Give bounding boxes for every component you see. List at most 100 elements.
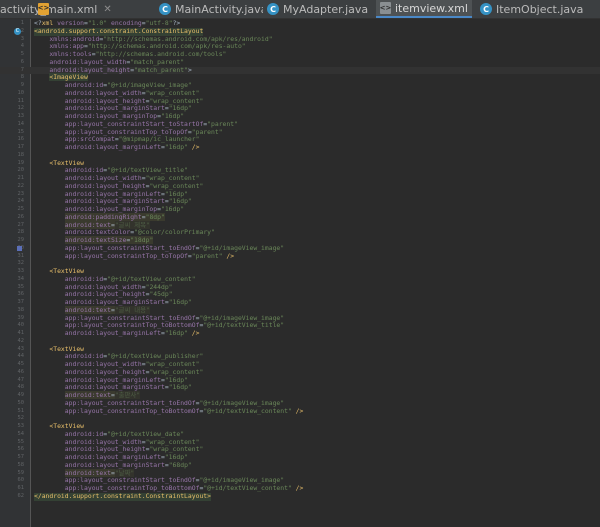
tab-my-adapter[interactable]: C MyAdapter.java [263, 0, 373, 18]
line-number: 11 [17, 97, 25, 104]
code-token: android:layout_marginStart [64, 298, 165, 306]
line-number: 39 [17, 314, 25, 321]
class-icon: C [480, 3, 492, 15]
code-line[interactable]: 41 android:layout_marginLeft="16dp" /> [0, 329, 600, 338]
tab-activity-main[interactable]: <> activity_main.xml ✕ [0, 0, 124, 18]
code-token: /> [295, 406, 304, 415]
line-number: 24 [17, 198, 25, 205]
line-number: 62 [17, 492, 25, 499]
line-number: 32 [17, 260, 25, 267]
line-number: 13 [17, 113, 25, 119]
line-number: 21 [17, 175, 25, 181]
line-number: 36 [17, 291, 25, 298]
line-number: 48 [17, 384, 25, 391]
code-token: "16dp" [160, 205, 185, 213]
code-token: android:layout_marginStart [64, 460, 165, 469]
code-token: "@+id/textView_title" [203, 321, 285, 330]
code-text: android:layout_marginLeft="16dp" /> [34, 143, 200, 152]
line-number: 25 [17, 206, 25, 212]
line-number: 61 [17, 485, 25, 491]
line-number: 59 [17, 469, 25, 476]
line-number: 41 [17, 330, 25, 336]
line-number: 45 [17, 361, 25, 367]
tab-item-object[interactable]: C ItemObject.java [476, 0, 600, 18]
code-token: android:layout_marginLeft [64, 143, 161, 151]
line-number: 18 [17, 151, 25, 158]
tab-itemview[interactable]: <> itemview.xml [376, 0, 472, 18]
android-class-gutter-icon[interactable]: C [14, 28, 21, 35]
code-editor[interactable]: 1 <?xml version="1.0" encoding="utf-8"?> 2… [0, 19, 600, 527]
line-number: 58 [17, 461, 25, 468]
code-text: </android.support.constraint.ConstraintL… [34, 491, 211, 501]
code-line[interactable]: 17 android:layout_marginLeft="16dp" /> [0, 143, 600, 152]
line-number: 7 [20, 66, 24, 73]
line-number: 8 [20, 74, 24, 81]
code-token: android:layout_marginTop [64, 205, 158, 213]
code-line[interactable]: 18 [0, 152, 600, 160]
line-number: 55 [17, 438, 25, 445]
code-token: /> [191, 329, 200, 337]
code-token: android:layout_marginLeft [64, 329, 161, 337]
code-token: "68dp" [168, 460, 192, 469]
line-number: 4 [20, 43, 24, 50]
tab-main-activity[interactable]: C MainActivity.java [155, 0, 263, 18]
line-number: 15 [17, 128, 25, 135]
line-number: 28 [17, 229, 25, 236]
code-token: "parent" [191, 251, 227, 260]
code-token: /> [295, 484, 304, 492]
line-number: 3 [20, 35, 24, 42]
line-number: 43 [17, 345, 25, 352]
tab-label: MainActivity.java [175, 2, 263, 16]
line-number: 42 [17, 337, 25, 344]
code-line[interactable]: 62 </android.support.constraint.Constrain… [0, 491, 600, 501]
line-number: 17 [17, 144, 25, 150]
line-number: 60 [17, 477, 25, 484]
line-number: 49 [17, 392, 25, 398]
line-number: 50 [17, 399, 25, 406]
line-number: 5 [20, 51, 24, 57]
tab-label: ItemObject.java [496, 2, 584, 16]
line-number: 6 [20, 58, 24, 65]
line-number: 29 [17, 237, 25, 243]
code-token: </android.support.constraint.ConstraintL… [34, 491, 211, 500]
code-token: android:paddingRight [64, 212, 142, 221]
code-line[interactable]: 7 android:layout_height="match_parent"> [0, 66, 600, 75]
code-line[interactable]: 51 app:layout_constraintTop_toBottomOf="… [0, 406, 600, 416]
line-number: 46 [17, 368, 25, 375]
code-token: = [141, 212, 146, 221]
class-icon: C [159, 3, 171, 15]
code-text: app:layout_constraintTop_toBottomOf="@+i… [34, 406, 304, 416]
code-line[interactable]: 31 app:layout_constraintTop_toTopOf="par… [0, 251, 600, 261]
line-number: 14 [17, 120, 25, 127]
code-token: /> [191, 143, 200, 151]
line-number: 57 [17, 454, 25, 460]
color-preview-gutter-icon[interactable] [17, 246, 22, 251]
code-line[interactable]: 42 [0, 338, 600, 346]
class-icon: C [267, 3, 279, 15]
line-number: 35 [17, 283, 25, 290]
line-number: 54 [17, 430, 25, 437]
line-number: 10 [17, 89, 25, 96]
line-number: 12 [17, 105, 25, 112]
code-token: /> [226, 251, 235, 260]
code-text: app:layout_constraintTop_toTopOf="parent… [34, 251, 235, 261]
code-line[interactable]: 52 [0, 415, 600, 423]
line-number: 16 [17, 136, 25, 143]
line-number: 23 [17, 190, 25, 197]
code-token: "@+id/textView_content" [203, 406, 296, 415]
close-icon[interactable]: ✕ [103, 4, 111, 15]
line-number: 19 [17, 159, 25, 166]
line-number: 1 [20, 20, 24, 26]
code-token: "16dp" [168, 298, 192, 306]
line-number: 26 [17, 213, 25, 220]
xml-file-icon: <> [38, 3, 49, 15]
line-number: 47 [17, 376, 25, 383]
code-token: app:layout_constraintTop_toBottomOf [64, 406, 200, 415]
code-token: "16dp" [164, 329, 192, 337]
xml-file-icon: <> [379, 2, 392, 14]
code-line[interactable]: 32 [0, 260, 600, 268]
